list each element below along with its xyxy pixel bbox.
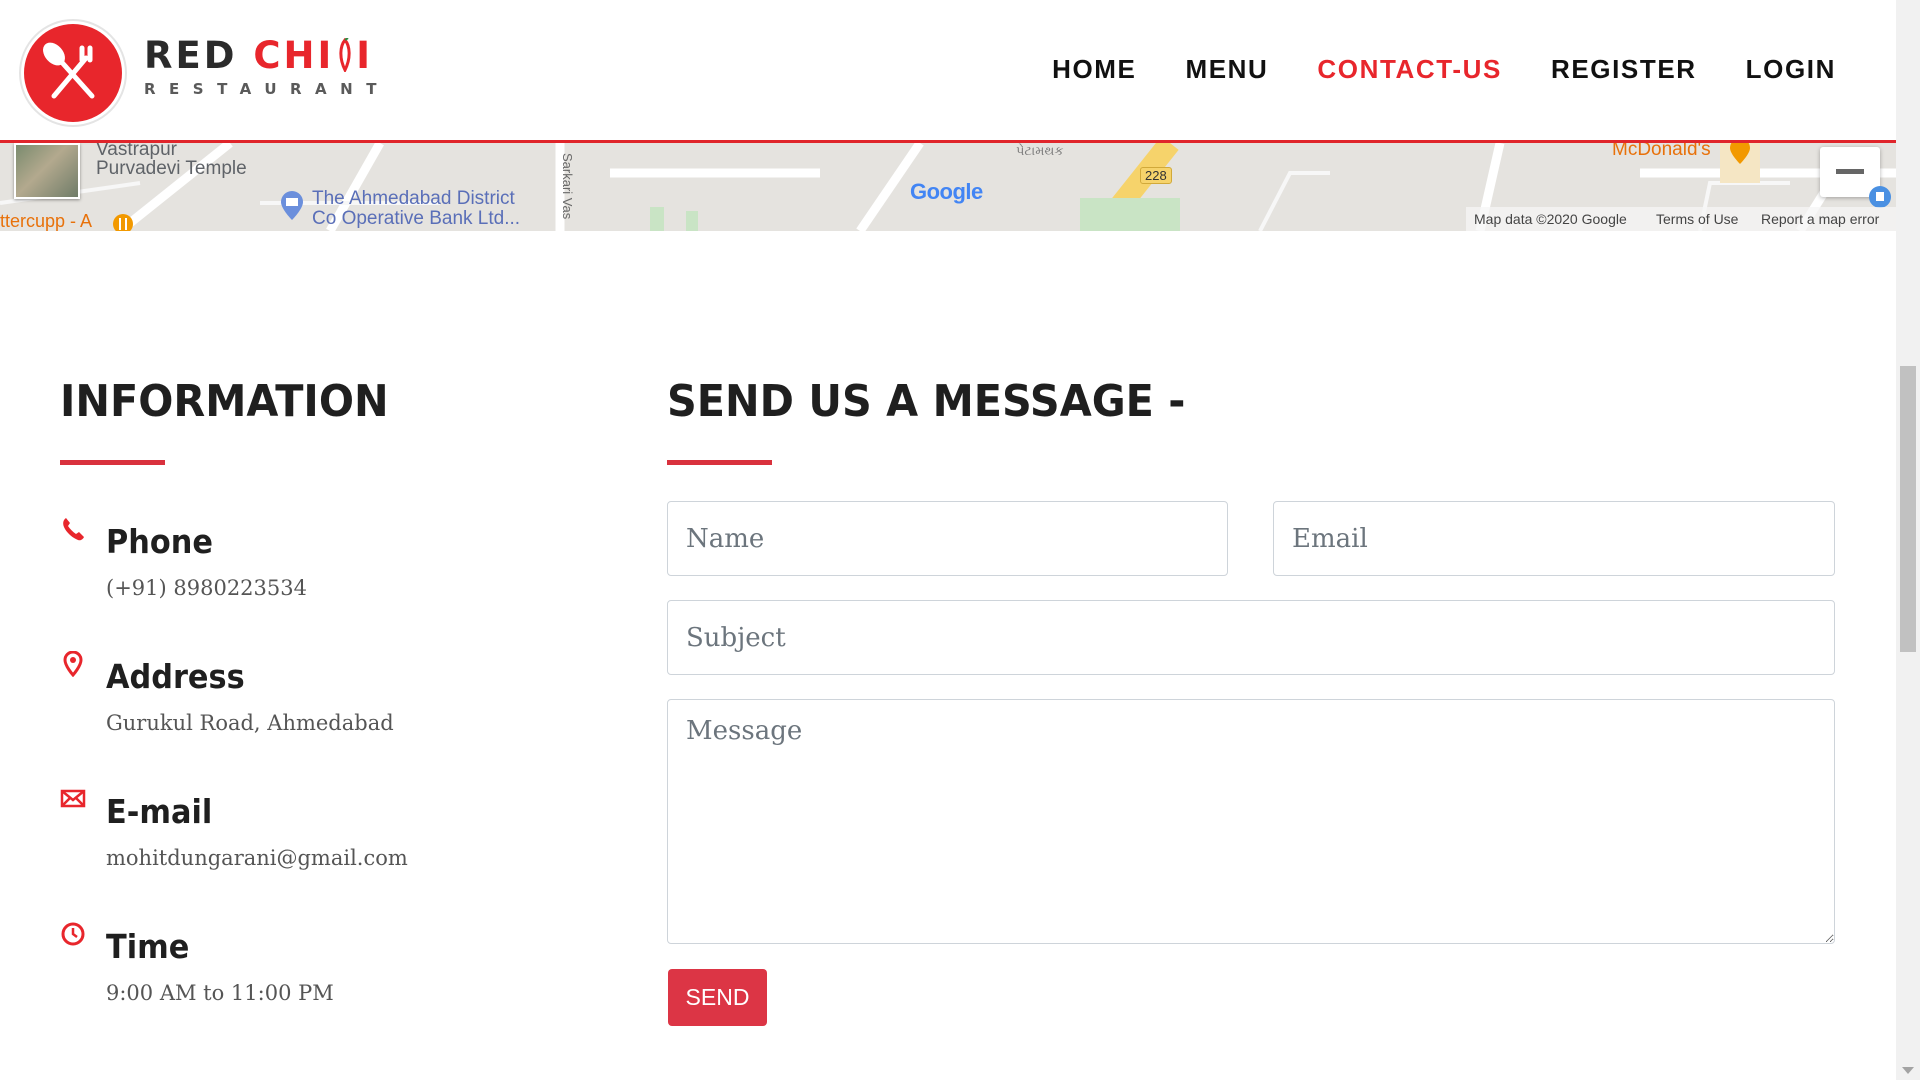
minus-icon: [1836, 169, 1864, 174]
phone-icon: [63, 518, 84, 541]
chili-pepper-icon: [339, 37, 351, 74]
info-label-time: Time: [106, 927, 190, 966]
logo-text[interactable]: RED CHI I: [144, 34, 373, 77]
scroll-down-arrow-icon[interactable]: [1902, 1067, 1914, 1074]
street-view-icon[interactable]: [1868, 185, 1892, 209]
fork-spoon-icon: [43, 42, 95, 99]
map-label-gujarati: પેટામથક: [1016, 143, 1064, 158]
main-nav: HOME MENU CONTACT-US REGISTER LOGIN: [1003, 54, 1836, 85]
envelope-icon: [60, 789, 86, 808]
information-heading: INFORMATION: [60, 376, 389, 427]
map-road-shield: 228: [1140, 167, 1172, 184]
subject-input[interactable]: [667, 600, 1835, 675]
logo-word-i: I: [356, 34, 374, 77]
location-pin-icon: [63, 651, 83, 677]
map-label-sarkari: Sarkari Vas: [560, 153, 575, 220]
info-label-phone: Phone: [106, 522, 213, 561]
name-input[interactable]: [667, 501, 1228, 576]
logo-subtitle: RESTAURANT: [144, 80, 390, 98]
clock-icon: [61, 922, 85, 946]
info-value-email: mohitdungarani@gmail.com: [106, 846, 408, 870]
map-data-text: Map data ©2020 Google: [1474, 211, 1627, 227]
nav-menu[interactable]: MENU: [1185, 54, 1268, 85]
info-label-address: Address: [106, 657, 245, 696]
email-input[interactable]: [1273, 501, 1835, 576]
nav-login[interactable]: LOGIN: [1746, 54, 1836, 85]
mcdonalds-marker-icon: [1730, 143, 1750, 164]
info-value-phone: (+91) 8980223534: [106, 576, 307, 600]
page-scrollbar[interactable]: [1896, 0, 1920, 1080]
google-logo[interactable]: Google: [910, 179, 983, 205]
map-satellite-thumbnail[interactable]: [14, 143, 80, 199]
send-message-heading-rule: [667, 460, 772, 465]
map-report-error-link[interactable]: Report a map error: [1761, 211, 1879, 227]
nav-register[interactable]: REGISTER: [1551, 54, 1697, 85]
info-value-address: Gurukul Road, Ahmedabad: [106, 711, 394, 735]
logo-word-red: RED: [144, 34, 254, 77]
map-terms-link[interactable]: Terms of Use: [1656, 211, 1738, 227]
logo-icon[interactable]: [24, 24, 122, 122]
scrollbar-thumb[interactable]: [1900, 366, 1916, 652]
info-value-time: 9:00 AM to 11:00 PM: [106, 981, 334, 1005]
map-label-bank-line2: Co Operative Bank Ltd...: [312, 208, 521, 229]
send-button[interactable]: SEND: [668, 969, 767, 1026]
nav-home[interactable]: HOME: [1052, 54, 1136, 85]
message-textarea[interactable]: [667, 699, 1835, 944]
info-label-email: E-mail: [106, 792, 213, 831]
google-map[interactable]: Vastrapur Purvadevi Temple The Ahmedabad…: [0, 143, 1896, 231]
logo-word-chili: CHI: [253, 34, 335, 77]
restaurant-marker-icon: [113, 214, 133, 231]
map-label-mcdonalds: McDonald's: [1612, 143, 1711, 160]
site-header: RED CHI I RESTAURANT HOME MENU CONTACT-US…: [0, 0, 1896, 143]
send-message-heading: SEND US A MESSAGE -: [667, 376, 1186, 427]
information-heading-rule: [60, 460, 165, 465]
nav-contact-us[interactable]: CONTACT-US: [1317, 54, 1502, 85]
map-label-buttercupp: ttercupp - A: [0, 211, 93, 231]
map-label-bank-line1: The Ahmedabad District: [312, 188, 515, 209]
bank-marker-icon: [281, 191, 303, 220]
map-label-temple: Purvadevi Temple: [96, 158, 247, 179]
